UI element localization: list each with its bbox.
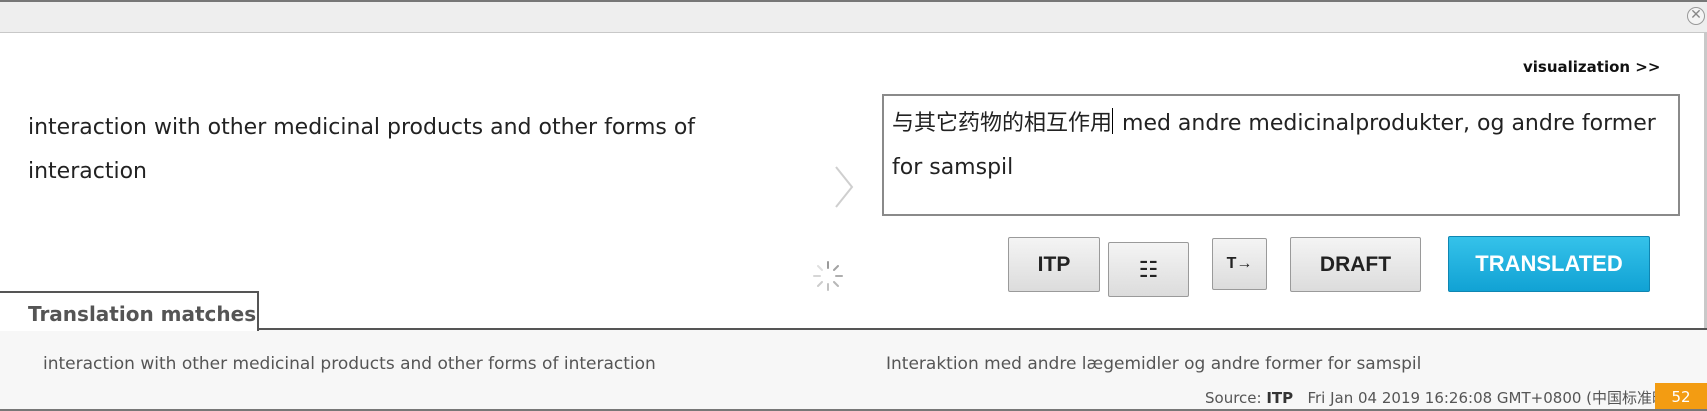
- top-bar: [0, 0, 1707, 33]
- match-count-badge: 52: [1655, 383, 1707, 411]
- source-label: Source:: [1205, 389, 1267, 407]
- source-value: ITP: [1266, 389, 1294, 407]
- match-source-text[interactable]: interaction with other medicinal product…: [43, 354, 656, 374]
- close-icon[interactable]: ✕: [1687, 7, 1705, 25]
- translated-button[interactable]: TRANSLATED: [1448, 236, 1650, 292]
- draft-button[interactable]: DRAFT: [1290, 237, 1421, 292]
- loading-spinner-icon: [813, 261, 843, 291]
- match-timestamp: Fri Jan 04 2019 16:26:08 GMT+0800 (中国标准时…: [1307, 389, 1688, 407]
- chevron-right-icon: [835, 166, 854, 208]
- text-cursor: [1112, 108, 1114, 134]
- match-target-text[interactable]: Interaktion med andre lægemidler og andr…: [886, 354, 1421, 374]
- target-segment-editor[interactable]: 与其它药物的相互作用 med andre medicinalprodukter,…: [882, 94, 1680, 216]
- text-arrow-button[interactable]: T→: [1212, 238, 1267, 290]
- tab-translation-matches[interactable]: Translation matches: [0, 291, 259, 331]
- itp-button[interactable]: ITP: [1008, 237, 1100, 292]
- visualization-link[interactable]: visualization >>: [1523, 58, 1660, 76]
- source-segment-text: interaction with other medicinal product…: [28, 115, 696, 184]
- match-status-line: Source: ITP Fri Jan 04 2019 16:26:08 GMT…: [1205, 387, 1688, 408]
- tab-divider: [258, 328, 1707, 330]
- timestamp-spacer: [1293, 389, 1307, 407]
- target-text-prefix: 与其它药物的相互作用: [892, 111, 1113, 136]
- list-view-button[interactable]: ☷: [1108, 242, 1189, 297]
